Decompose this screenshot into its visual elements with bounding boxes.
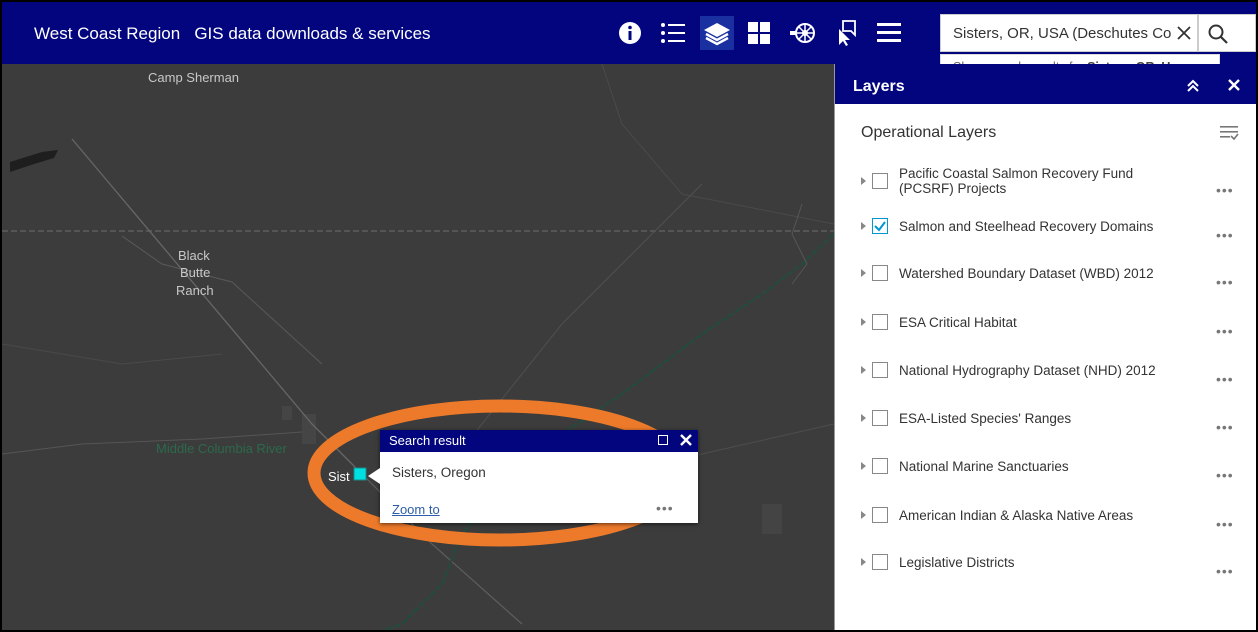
layer-label: Watershed Boundary Dataset (WBD) 2012 — [899, 266, 1154, 281]
check-icon — [874, 221, 886, 232]
map-label-sisters: Sist — [328, 469, 350, 484]
map-label-camp-sherman: Camp Sherman — [148, 70, 240, 85]
layer-row[interactable]: Watershed Boundary Dataset (WBD) 2012 ••• — [835, 257, 1256, 305]
expand-arrow-icon[interactable] — [861, 462, 866, 470]
layer-more-button[interactable]: ••• — [1216, 371, 1234, 387]
layer-label: Pacific Coastal Salmon Recovery Fund (PC… — [899, 166, 1134, 196]
search-input[interactable] — [941, 15, 1173, 51]
search-box — [940, 14, 1198, 52]
layer-row[interactable]: American Indian & Alaska Native Areas ••• — [835, 499, 1256, 547]
collapse-icon[interactable] — [1185, 78, 1201, 99]
expand-arrow-icon[interactable] — [861, 414, 866, 422]
layer-more-button[interactable]: ••• — [1216, 323, 1234, 339]
layer-label: American Indian & Alaska Native Areas — [899, 508, 1134, 523]
search-button[interactable] — [1198, 14, 1256, 52]
maximize-icon[interactable] — [658, 435, 668, 445]
app-title: West Coast Region GIS data downloads & s… — [34, 24, 431, 43]
layer-checkbox[interactable] — [872, 218, 888, 234]
layer-row[interactable]: Legislative Districts ••• — [835, 546, 1256, 594]
basemap-gallery-icon[interactable] — [742, 16, 776, 50]
expand-arrow-icon[interactable] — [861, 318, 866, 326]
expand-arrow-icon[interactable] — [861, 177, 866, 185]
layer-more-button[interactable]: ••• — [1216, 419, 1234, 435]
operational-layers-title: Operational Layers — [861, 124, 997, 141]
popup-header: Search result — [380, 430, 698, 452]
layer-checkbox[interactable] — [872, 362, 888, 378]
layer-row[interactable]: National Hydrography Dataset (NHD) 2012 •… — [835, 354, 1256, 402]
map-label-ranch: Ranch — [176, 283, 214, 298]
layer-label: ESA-Listed Species' Ranges — [899, 411, 1072, 426]
expand-arrow-icon[interactable] — [861, 511, 866, 519]
draw-icon[interactable] — [828, 16, 862, 50]
clear-icon[interactable] — [1173, 22, 1195, 44]
layer-more-button[interactable]: ••• — [1216, 516, 1234, 532]
filter-icon[interactable] — [1219, 124, 1239, 147]
layer-row[interactable]: ESA-Listed Species' Ranges ••• — [835, 402, 1256, 450]
layer-more-button[interactable]: ••• — [1216, 467, 1234, 483]
layer-checkbox[interactable] — [872, 265, 888, 281]
layer-label: Legislative Districts — [899, 555, 1015, 570]
popup-pointer — [368, 468, 380, 484]
layer-more-button[interactable]: ••• — [1216, 563, 1234, 579]
layer-row[interactable]: Pacific Coastal Salmon Recovery Fund (PC… — [835, 164, 1256, 212]
expand-arrow-icon[interactable] — [861, 269, 866, 277]
layers-panel: Layers Operational Layers Pacific Coasta… — [834, 64, 1256, 630]
analysis-icon[interactable] — [786, 16, 820, 50]
expand-arrow-icon[interactable] — [861, 366, 866, 374]
layer-label: ESA Critical Habitat — [899, 315, 1017, 330]
popup-more-button[interactable]: ••• — [656, 500, 674, 516]
expand-arrow-icon[interactable] — [861, 558, 866, 566]
layer-checkbox[interactable] — [872, 554, 888, 570]
layer-row[interactable]: Salmon and Steelhead Recovery Domains ••• — [835, 210, 1256, 258]
layer-row[interactable]: National Marine Sanctuaries ••• — [835, 450, 1256, 498]
layer-checkbox[interactable] — [872, 314, 888, 330]
legend-icon[interactable] — [656, 16, 690, 50]
layers-panel-title: Layers — [853, 78, 905, 95]
popup-location-name: Sisters, Oregon — [392, 465, 486, 480]
search-result-popup: Search result Sisters, Oregon Zoom to ••… — [380, 430, 698, 523]
app-window: Camp Sherman Black Butte Ranch Middle Co… — [0, 0, 1258, 632]
layer-checkbox[interactable] — [872, 173, 888, 189]
layer-label: National Marine Sanctuaries — [899, 459, 1069, 474]
layer-label: National Hydrography Dataset (NHD) 2012 — [899, 363, 1156, 378]
location-marker — [353, 467, 367, 481]
menu-icon[interactable] — [872, 16, 906, 50]
popup-title: Search result — [389, 433, 466, 448]
map-label-black: Black — [178, 248, 210, 263]
layers-panel-header: Layers — [835, 64, 1256, 104]
expand-arrow-icon[interactable] — [861, 222, 866, 230]
layer-checkbox[interactable] — [872, 458, 888, 474]
layer-checkbox[interactable] — [872, 410, 888, 426]
layer-more-button[interactable]: ••• — [1216, 227, 1234, 243]
close-icon[interactable] — [1227, 78, 1241, 97]
layer-more-button[interactable]: ••• — [1216, 274, 1234, 290]
zoom-to-link[interactable]: Zoom to — [392, 502, 440, 517]
map-label-butte: Butte — [180, 265, 211, 280]
layer-checkbox[interactable] — [872, 507, 888, 523]
map-label-middle-columbia-river: Middle Columbia River — [156, 441, 287, 456]
layers-icon[interactable] — [700, 16, 734, 50]
layer-more-button[interactable]: ••• — [1216, 182, 1234, 198]
info-icon[interactable] — [613, 16, 647, 50]
layer-row[interactable]: ESA Critical Habitat ••• — [835, 306, 1256, 354]
layer-label: Salmon and Steelhead Recovery Domains — [899, 219, 1154, 234]
search-icon — [1207, 23, 1229, 50]
close-icon[interactable] — [678, 432, 694, 448]
